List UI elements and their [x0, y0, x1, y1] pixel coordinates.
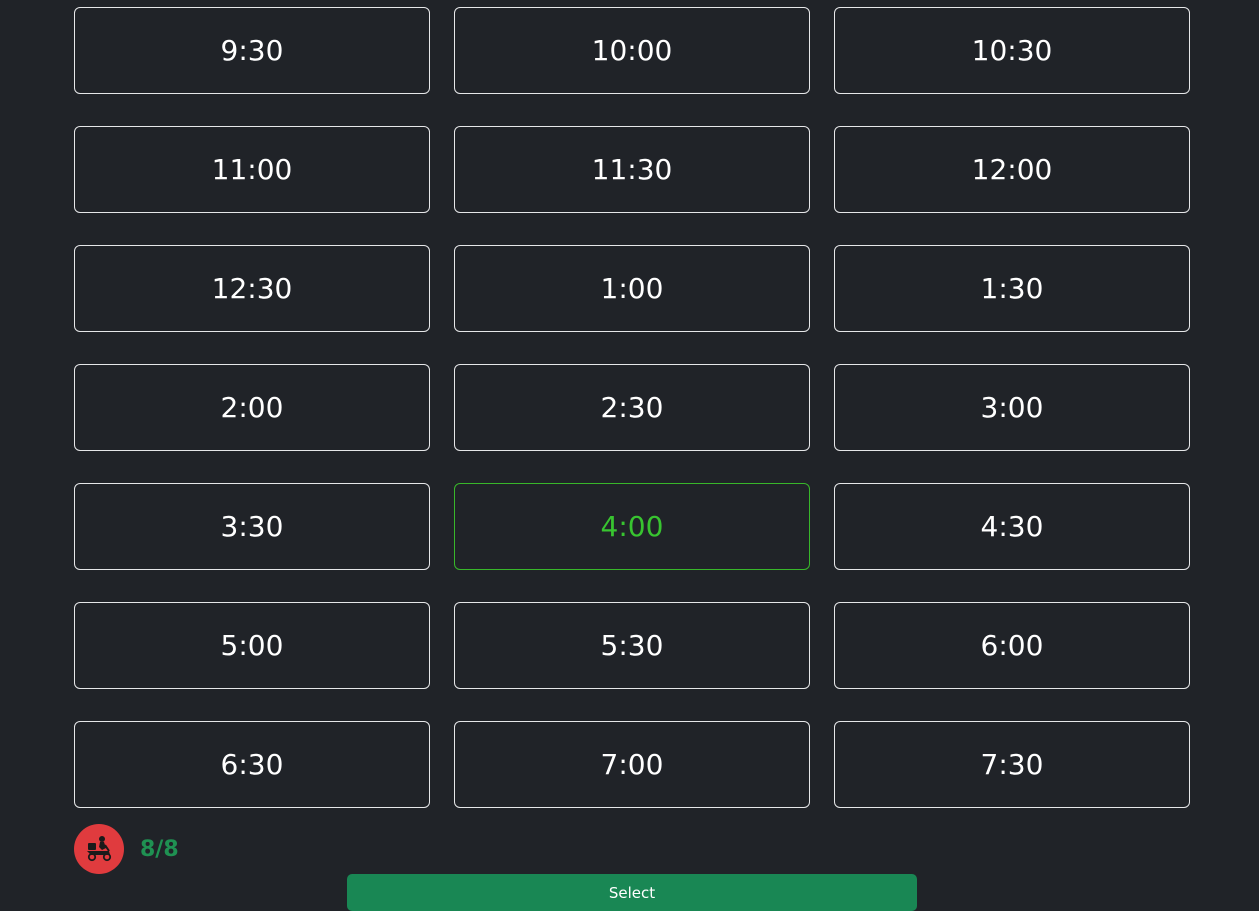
time-slot-button[interactable]: 1:30: [834, 245, 1190, 332]
time-slot-button[interactable]: 2:00: [74, 364, 430, 451]
time-slot-button[interactable]: 7:00: [454, 721, 810, 808]
time-slot-button[interactable]: 12:00: [834, 126, 1190, 213]
time-slot-button[interactable]: 5:00: [74, 602, 430, 689]
time-slot-button[interactable]: 2:30: [454, 364, 810, 451]
time-slot-button[interactable]: 12:30: [74, 245, 430, 332]
time-slot-picker: 9:30 10:00 10:30 11:00 11:30 12:00 12:30 1:00 1:…: [0, 0, 1259, 911]
delivery-scooter-icon: [87, 836, 112, 862]
time-slot-button[interactable]: 9:30: [74, 7, 430, 94]
time-slot-button[interactable]: 11:00: [74, 126, 430, 213]
delivery-avatar: [74, 824, 124, 874]
delivery-status: 8/8: [74, 824, 179, 874]
time-slot-button[interactable]: 3:00: [834, 364, 1190, 451]
time-slot-button[interactable]: 4:00: [454, 483, 810, 570]
time-slot-button[interactable]: 11:30: [454, 126, 810, 213]
time-slot-button[interactable]: 3:30: [74, 483, 430, 570]
time-slot-grid: 9:30 10:00 10:30 11:00 11:30 12:00 12:30 1:00 1:…: [74, 7, 1190, 808]
time-slot-button[interactable]: 1:00: [454, 245, 810, 332]
select-button[interactable]: Select: [347, 874, 917, 911]
time-slot-button[interactable]: 6:00: [834, 602, 1190, 689]
time-slot-button[interactable]: 10:00: [454, 7, 810, 94]
time-slot-button[interactable]: 6:30: [74, 721, 430, 808]
time-slot-button[interactable]: 5:30: [454, 602, 810, 689]
time-slot-button[interactable]: 7:30: [834, 721, 1190, 808]
time-slot-button[interactable]: 4:30: [834, 483, 1190, 570]
delivery-count: 8/8: [140, 836, 179, 862]
time-slot-button[interactable]: 10:30: [834, 7, 1190, 94]
